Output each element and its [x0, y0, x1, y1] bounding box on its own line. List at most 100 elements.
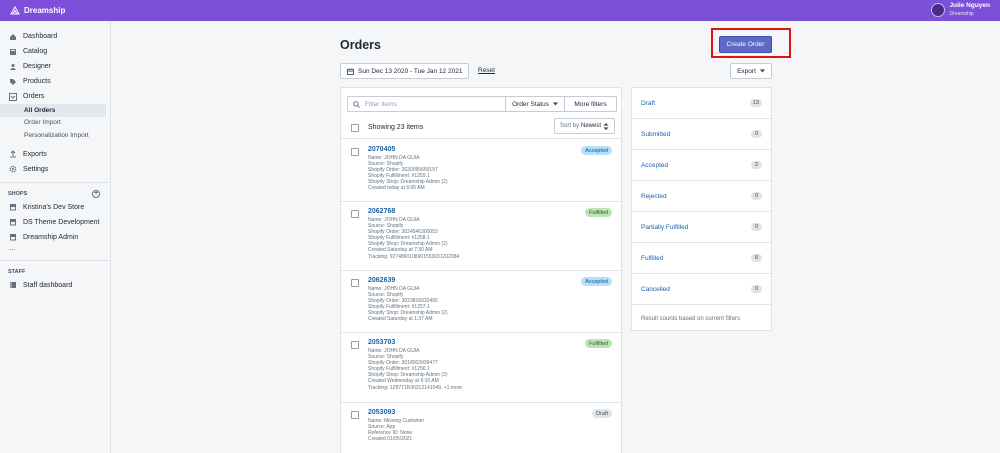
count-badge: 2: [751, 161, 762, 169]
orders-icon: [9, 92, 17, 101]
order-checkbox[interactable]: [351, 411, 359, 419]
order-checkbox[interactable]: [351, 210, 359, 218]
status-badge: Draft: [592, 409, 612, 418]
sort-arrows-icon: [603, 122, 609, 130]
sidebar-item-label: Products: [23, 78, 51, 85]
avatar[interactable]: [930, 3, 945, 17]
filter-bar: Order Status More filters: [347, 96, 617, 112]
sidebar-item-label: Catalog: [23, 48, 48, 55]
order-row[interactable]: 2053093 Draft Name: Missing Customer Sou…: [341, 403, 621, 453]
sidebar: Dashboard Catalog Designer Products Orde…: [0, 21, 111, 453]
summary-row-accepted[interactable]: Accepted 2: [632, 150, 771, 181]
reset-link[interactable]: Reset: [478, 67, 495, 74]
showing-count: Showing 23 items: [368, 124, 424, 131]
date-range-picker[interactable]: Sun Dec 13 2020 - Tue Jan 12 2021: [340, 63, 469, 79]
order-row[interactable]: 2062639 Accepted Name: JOHN DA GUIA Sour…: [341, 271, 621, 333]
summary-row-fulfilled[interactable]: Fulfilled 8: [632, 243, 771, 274]
search-field[interactable]: [347, 96, 506, 112]
page-title: Orders: [340, 38, 381, 52]
shops-section-label: SHOPS +: [8, 189, 100, 198]
status-summary-card: Draft 13 Submitted 0 Accepted 2 Rejected…: [631, 87, 772, 331]
sidebar-item-label: Staff dashboard: [23, 281, 73, 289]
order-row[interactable]: 2062768 Fulfilled Name: JOHN DA GUIA Sou…: [341, 202, 621, 271]
user-name: Julie Nguyen: [949, 2, 990, 9]
count-badge: 0: [751, 285, 762, 293]
sidebar-item-label: Designer: [23, 63, 52, 70]
order-checkbox[interactable]: [351, 148, 359, 156]
sidebar-subitem-personalization-import[interactable]: Personalization Import: [0, 129, 110, 142]
summary-row-submitted[interactable]: Submitted 0: [632, 119, 771, 150]
store-icon: [9, 203, 17, 211]
store-icon: [9, 218, 17, 226]
order-details: Name: Missing Customer Source: App Refer…: [368, 418, 425, 443]
brand[interactable]: Dreamship: [0, 5, 66, 16]
order-checkbox[interactable]: [351, 341, 359, 349]
order-status-filter[interactable]: Order Status: [506, 96, 565, 112]
search-input[interactable]: [365, 100, 495, 108]
order-number-link[interactable]: 2053703: [368, 339, 395, 346]
catalog-icon: [9, 48, 17, 56]
divider: [0, 259, 110, 261]
order-row[interactable]: 2053703 Fulfilled Name: JOHN DA GUIA Sou…: [341, 333, 621, 403]
more-filters-button[interactable]: More filters: [565, 96, 617, 112]
sidebar-shop-item[interactable]: Dreamship Admin: [0, 230, 110, 245]
order-number-link[interactable]: 2053093: [368, 409, 395, 416]
divider: [0, 181, 110, 183]
select-all-checkbox[interactable]: [351, 123, 359, 132]
designer-icon: [9, 63, 17, 71]
status-badge: Accepted: [581, 146, 612, 155]
status-badge: Accepted: [581, 277, 612, 286]
count-badge: 0: [751, 223, 762, 231]
sidebar-subitem-all-orders[interactable]: All Orders: [0, 104, 106, 117]
sidebar-item-exports[interactable]: Exports: [0, 147, 110, 162]
sort-select[interactable]: Sort by Newest: [554, 118, 615, 134]
sidebar-item-designer[interactable]: Designer: [0, 59, 110, 74]
more-shops-button[interactable]: ...: [0, 243, 110, 255]
export-button[interactable]: Export: [730, 63, 772, 79]
staff-icon: [9, 281, 17, 289]
summary-row-partially-fulfilled[interactable]: Partially Fulfilled 0: [632, 212, 771, 243]
sidebar-item-staff-dashboard[interactable]: Staff dashboard: [0, 278, 110, 293]
list-header: Showing 23 items Sort by Newest: [341, 117, 621, 139]
sidebar-item-label: Orders: [23, 93, 45, 100]
sidebar-item-catalog[interactable]: Catalog: [0, 44, 110, 59]
sidebar-item-settings[interactable]: Settings: [0, 162, 110, 177]
shop-name: Dreamship Admin: [23, 233, 79, 241]
sidebar-item-dashboard[interactable]: Dashboard: [0, 29, 110, 44]
summary-row-draft[interactable]: Draft 13: [632, 88, 771, 119]
search-icon: [353, 100, 360, 108]
count-badge: 0: [751, 130, 762, 138]
summary-row-cancelled[interactable]: Cancelled 0: [632, 274, 771, 305]
shop-name: DS Theme Development: [23, 218, 100, 226]
order-row[interactable]: 2070405 Accepted Name: JOHN DA GUIA Sour…: [341, 140, 621, 202]
top-bar: Dreamship Julie Nguyen Dreamship: [0, 0, 1000, 21]
brand-name: Dreamship: [24, 6, 66, 15]
staff-section-label: STAFF: [8, 268, 26, 275]
sidebar-item-orders[interactable]: Orders: [0, 89, 110, 104]
chevron-down-icon: [552, 102, 558, 106]
user-menu[interactable]: Julie Nguyen Dreamship: [930, 2, 990, 18]
shop-name: Kristina's Dev Store: [23, 203, 85, 211]
order-number-link[interactable]: 2062639: [368, 277, 395, 284]
order-details: Name: JOHN DA GUIA Source: Shopify Shopi…: [368, 217, 460, 260]
chevron-down-icon: [759, 69, 765, 73]
order-number-link[interactable]: 2070405: [368, 146, 395, 153]
gear-icon: [9, 165, 17, 173]
sidebar-subitem-order-import[interactable]: Order Import: [0, 117, 110, 130]
tag-icon: [9, 78, 17, 86]
export-icon: [9, 150, 17, 158]
sidebar-item-label: Dashboard: [23, 33, 58, 40]
sidebar-item-products[interactable]: Products: [0, 74, 110, 89]
dreamship-logo-icon: [10, 5, 20, 14]
order-checkbox[interactable]: [351, 279, 359, 287]
date-range-label: Sun Dec 13 2020 - Tue Jan 12 2021: [358, 67, 463, 75]
create-order-button[interactable]: Create Order: [719, 36, 772, 53]
order-number-link[interactable]: 2062768: [368, 208, 395, 215]
status-badge: Fulfilled: [585, 208, 612, 217]
add-shop-icon[interactable]: +: [92, 189, 100, 198]
store-icon: [9, 233, 17, 241]
sidebar-shop-item[interactable]: Kristina's Dev Store: [0, 200, 110, 215]
summary-row-rejected[interactable]: Rejected 0: [632, 181, 771, 212]
sidebar-shop-item[interactable]: DS Theme Development: [0, 215, 110, 230]
order-details: Name: JOHN DA GUIA Source: Shopify Shopi…: [368, 348, 463, 391]
